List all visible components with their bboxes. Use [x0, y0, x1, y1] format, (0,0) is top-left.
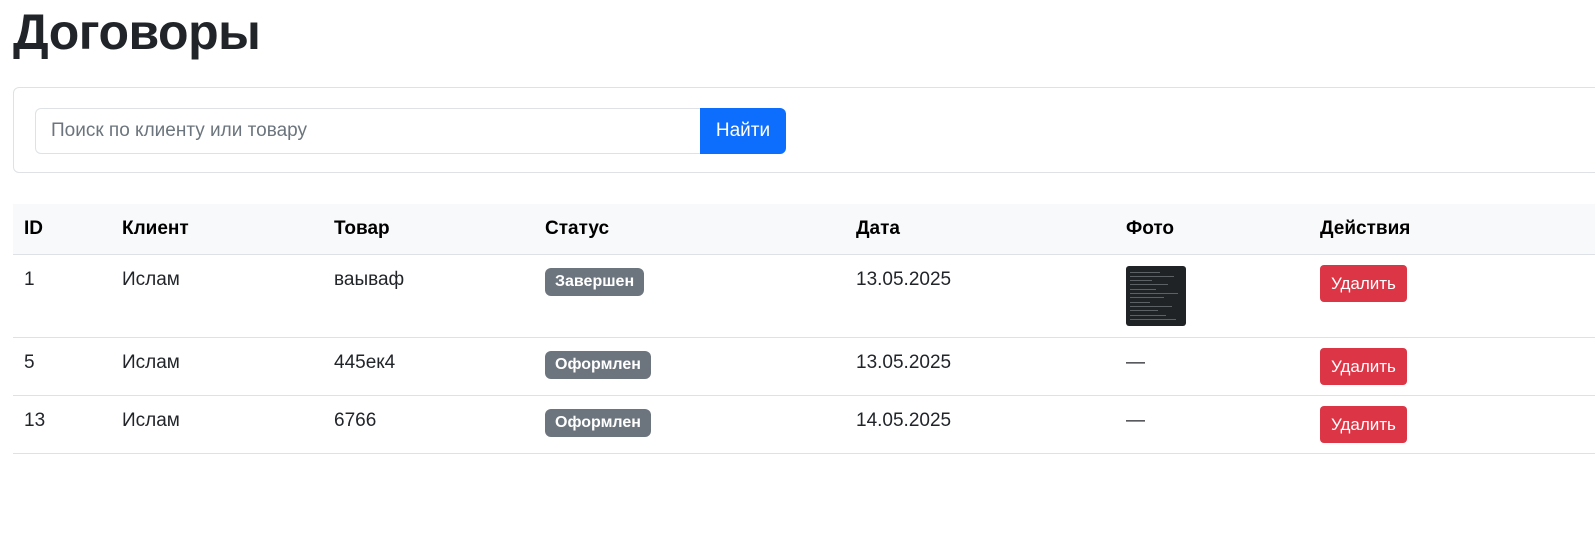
cell-date: 13.05.2025 — [845, 337, 1115, 396]
cell-actions: Удалить — [1309, 254, 1595, 338]
status-badge: Оформлен — [545, 409, 651, 437]
table-row: 1 Ислам ваываф Завершен 13.05.2025 Удали… — [13, 254, 1595, 338]
header-client: Клиент — [111, 204, 323, 255]
cell-product: 6766 — [323, 395, 534, 454]
no-photo-dash: — — [1126, 410, 1145, 431]
table-row: 5 Ислам 445ек4 Оформлен 13.05.2025 — Уда… — [13, 337, 1595, 396]
cell-id: 1 — [13, 254, 111, 338]
search-input[interactable] — [35, 108, 700, 154]
photo-thumbnail[interactable] — [1126, 266, 1186, 326]
search-button[interactable]: Найти — [700, 108, 786, 154]
header-actions: Действия — [1309, 204, 1595, 255]
cell-client: Ислам — [111, 337, 323, 396]
cell-status: Оформлен — [534, 337, 845, 396]
status-badge: Оформлен — [545, 351, 651, 379]
cell-date: 13.05.2025 — [845, 254, 1115, 338]
status-badge: Завершен — [545, 268, 645, 296]
header-photo: Фото — [1115, 204, 1309, 255]
cell-product: 445ек4 — [323, 337, 534, 396]
cell-photo — [1115, 254, 1309, 338]
cell-client: Ислам — [111, 395, 323, 454]
cell-status: Завершен — [534, 254, 845, 338]
delete-button[interactable]: Удалить — [1320, 348, 1407, 385]
page-title: Договоры — [13, 4, 261, 60]
no-photo-dash: — — [1126, 352, 1145, 373]
table-header-row: ID Клиент Товар Статус Дата Фото Действи… — [13, 204, 1595, 255]
cell-photo: — — [1115, 395, 1309, 454]
header-status: Статус — [534, 204, 845, 255]
contracts-table: ID Клиент Товар Статус Дата Фото Действи… — [13, 204, 1595, 454]
cell-date: 14.05.2025 — [845, 395, 1115, 454]
search-card: Найти — [13, 87, 1595, 173]
cell-client: Ислам — [111, 254, 323, 338]
cell-photo: — — [1115, 337, 1309, 396]
delete-button[interactable]: Удалить — [1320, 406, 1407, 443]
cell-status: Оформлен — [534, 395, 845, 454]
header-id: ID — [13, 204, 111, 255]
cell-id: 13 — [13, 395, 111, 454]
cell-product: ваываф — [323, 254, 534, 338]
header-product: Товар — [323, 204, 534, 255]
cell-id: 5 — [13, 337, 111, 396]
cell-actions: Удалить — [1309, 395, 1595, 454]
cell-actions: Удалить — [1309, 337, 1595, 396]
table-row: 13 Ислам 6766 Оформлен 14.05.2025 — Удал… — [13, 395, 1595, 454]
delete-button[interactable]: Удалить — [1320, 265, 1407, 302]
header-date: Дата — [845, 204, 1115, 255]
